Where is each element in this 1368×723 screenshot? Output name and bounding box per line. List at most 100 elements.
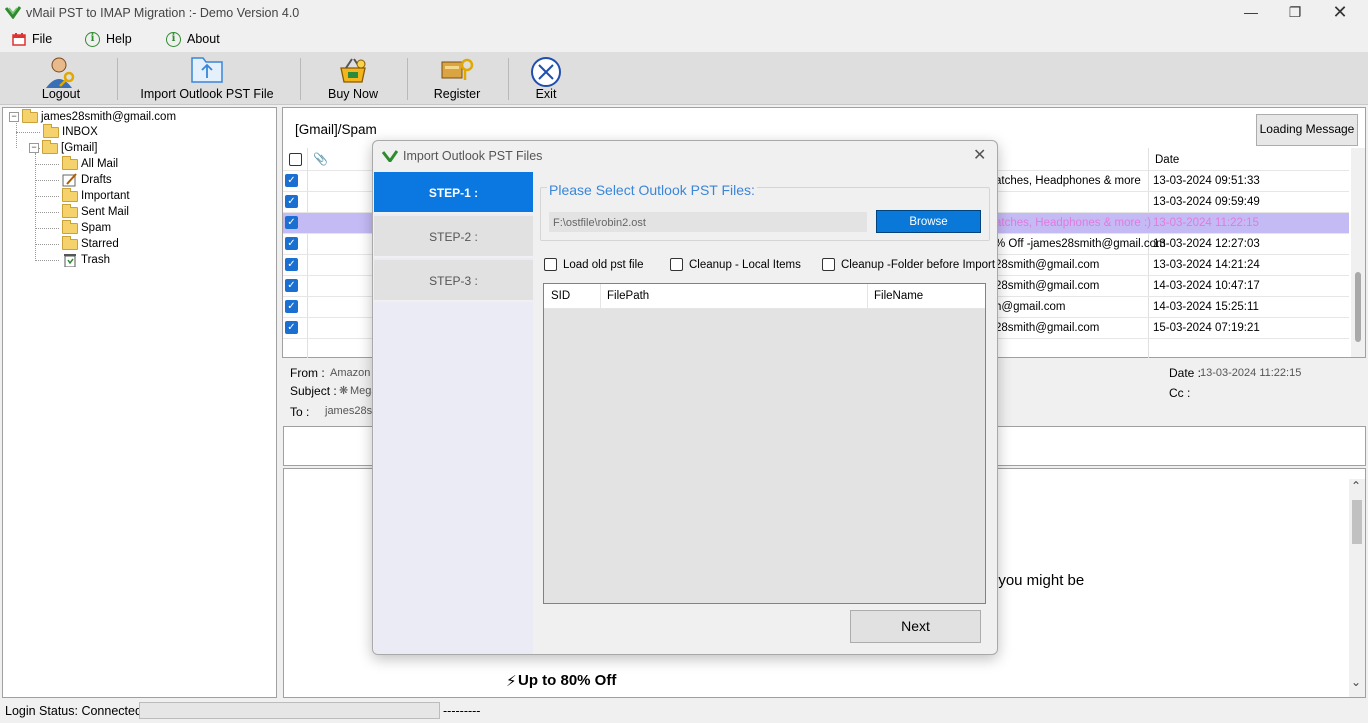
logout-button[interactable]: Logout [12,52,110,104]
collapse-icon[interactable]: − [9,112,19,122]
close-button[interactable]: ✕ [1320,2,1360,24]
row-checkbox[interactable]: ✓ [285,258,298,271]
folder-icon [42,139,58,154]
option-label: Cleanup -Folder before Import [841,258,996,271]
tree-node-label: Sent Mail [81,206,129,218]
minimize-button[interactable]: — [1231,2,1271,24]
load-old-pst-checkbox[interactable] [544,258,557,271]
cleanup-local-option[interactable]: Cleanup - Local Items [670,258,801,271]
dialog-logo-icon [382,150,398,162]
column-filename[interactable]: FileName [874,290,923,302]
row-checkbox[interactable]: ✓ [285,237,298,250]
tree-node-label: Important [81,190,130,202]
row-date: 15-03-2024 07:19:21 [1153,322,1260,334]
to-label: To : [290,405,310,419]
tree-node-spam[interactable]: Spam [62,219,112,236]
column-sid[interactable]: SID [551,290,570,302]
toolbar: Logout Import Outlook PST File Buy Now R… [0,52,1368,105]
row-checkbox[interactable]: ✓ [285,279,298,292]
tree-node-sent-mail[interactable]: Sent Mail [62,203,129,220]
row-checkbox[interactable]: ✓ [285,321,298,334]
scroll-up-icon[interactable]: ⌃ [1351,479,1361,493]
row-date: 13-03-2024 09:59:49 [1153,196,1260,208]
toolbar-separator [508,58,509,100]
folder-icon [62,155,78,170]
row-checkbox[interactable]: ✓ [285,174,298,187]
toolbar-separator [117,58,118,100]
menu-about[interactable]: i About [166,30,220,48]
register-key-icon [440,56,474,85]
body-scrollbar-thumb[interactable] [1352,500,1362,544]
tree-node-important[interactable]: Important [62,187,130,204]
logout-label: Logout [41,87,81,101]
date-label: Date : [1169,366,1202,380]
row-date: 13-03-2024 14:21:24 [1153,259,1260,271]
import-pst-label: Import Outlook PST File [140,87,274,101]
subject-sparkle-icon: ❋ [339,385,349,397]
cleanup-folder-option[interactable]: Cleanup -Folder before Import [822,258,995,271]
option-label: Load old pst file [563,258,644,271]
row-date: 13-03-2024 11:22:15 [1153,217,1259,229]
register-button[interactable]: Register [420,52,494,104]
tree-node-label: All Mail [81,158,119,170]
tree-node-all-mail[interactable]: All Mail [62,155,119,172]
user-key-icon [43,56,79,91]
register-label: Register [433,87,481,101]
from-label: From : [290,366,325,380]
step-1[interactable]: STEP-1 : [374,172,533,214]
step-2[interactable]: STEP-2 : [374,216,533,258]
folder-icon [62,187,78,202]
date-column-header[interactable]: Date [1155,154,1179,166]
row-checkbox[interactable]: ✓ [285,216,298,229]
cc-label: Cc : [1169,386,1191,400]
current-folder-path: [Gmail]/Spam [295,122,377,137]
row-checkbox[interactable]: ✓ [285,195,298,208]
info-icon: i [166,31,181,47]
menu-file[interactable]: File [12,30,52,48]
cleanup-local-checkbox[interactable] [670,258,683,271]
tree-node-inbox[interactable]: INBOX [43,123,98,140]
step-3[interactable]: STEP-3 : [374,260,533,302]
status-dashes: --------- [443,704,481,718]
tree-node-drafts[interactable]: Drafts [62,172,112,188]
exit-button[interactable]: Exit [520,52,572,104]
tree-node-gmail[interactable]: − [Gmail] [29,139,97,156]
buy-now-button[interactable]: Buy Now [312,52,394,104]
row-checkbox[interactable]: ✓ [285,300,298,313]
import-pst-button[interactable]: Import Outlook PST File [134,52,280,104]
row-from: h@gmail.com [995,301,1066,313]
pst-path-field[interactable]: F:\ostfile\robin2.ost [549,212,867,232]
collapse-icon[interactable]: − [29,143,39,153]
buy-now-label: Buy Now [327,87,379,101]
select-all-checkbox[interactable] [289,153,302,166]
body-scrollbar[interactable]: ⌃ ⌄ [1349,479,1365,697]
toolbar-separator [300,58,301,100]
menu-about-label: About [187,32,220,46]
load-old-pst-option[interactable]: Load old pst file [544,258,644,271]
from-value: Amazon I [330,367,377,379]
lightning-icon: ⚡︎ [506,673,517,690]
tree-node-label: Spam [81,222,112,234]
menu-bar: File i Help i About [0,26,1368,50]
exit-x-icon [530,56,562,91]
browse-button[interactable]: Browse [876,210,981,233]
column-filepath[interactable]: FilePath [607,290,649,302]
tree-node-trash[interactable]: Trash [62,252,110,268]
row-from: 28smith@gmail.com [995,259,1100,271]
loading-message-button[interactable]: Loading Message [1256,114,1358,146]
maximize-button[interactable]: ❐ [1275,2,1315,24]
tree-node-starred[interactable]: Starred [62,235,119,252]
cleanup-folder-checkbox[interactable] [822,258,835,271]
menu-help[interactable]: i Help [85,30,132,48]
dialog-close-icon[interactable]: ✕ [973,145,986,165]
next-button[interactable]: Next [850,610,981,643]
drafts-icon [62,173,77,187]
list-scrollbar-thumb[interactable] [1355,272,1361,342]
scroll-down-icon[interactable]: ⌄ [1351,675,1361,689]
list-scrollbar[interactable] [1351,148,1365,357]
menu-file-label: File [32,32,53,46]
tree-node-account[interactable]: − james28smith@gmail.com [9,108,176,125]
toolbar-separator [407,58,408,100]
row-from: atches, Headphones & more [995,175,1141,187]
status-bar: Login Status: Connected --------- [0,700,1368,723]
